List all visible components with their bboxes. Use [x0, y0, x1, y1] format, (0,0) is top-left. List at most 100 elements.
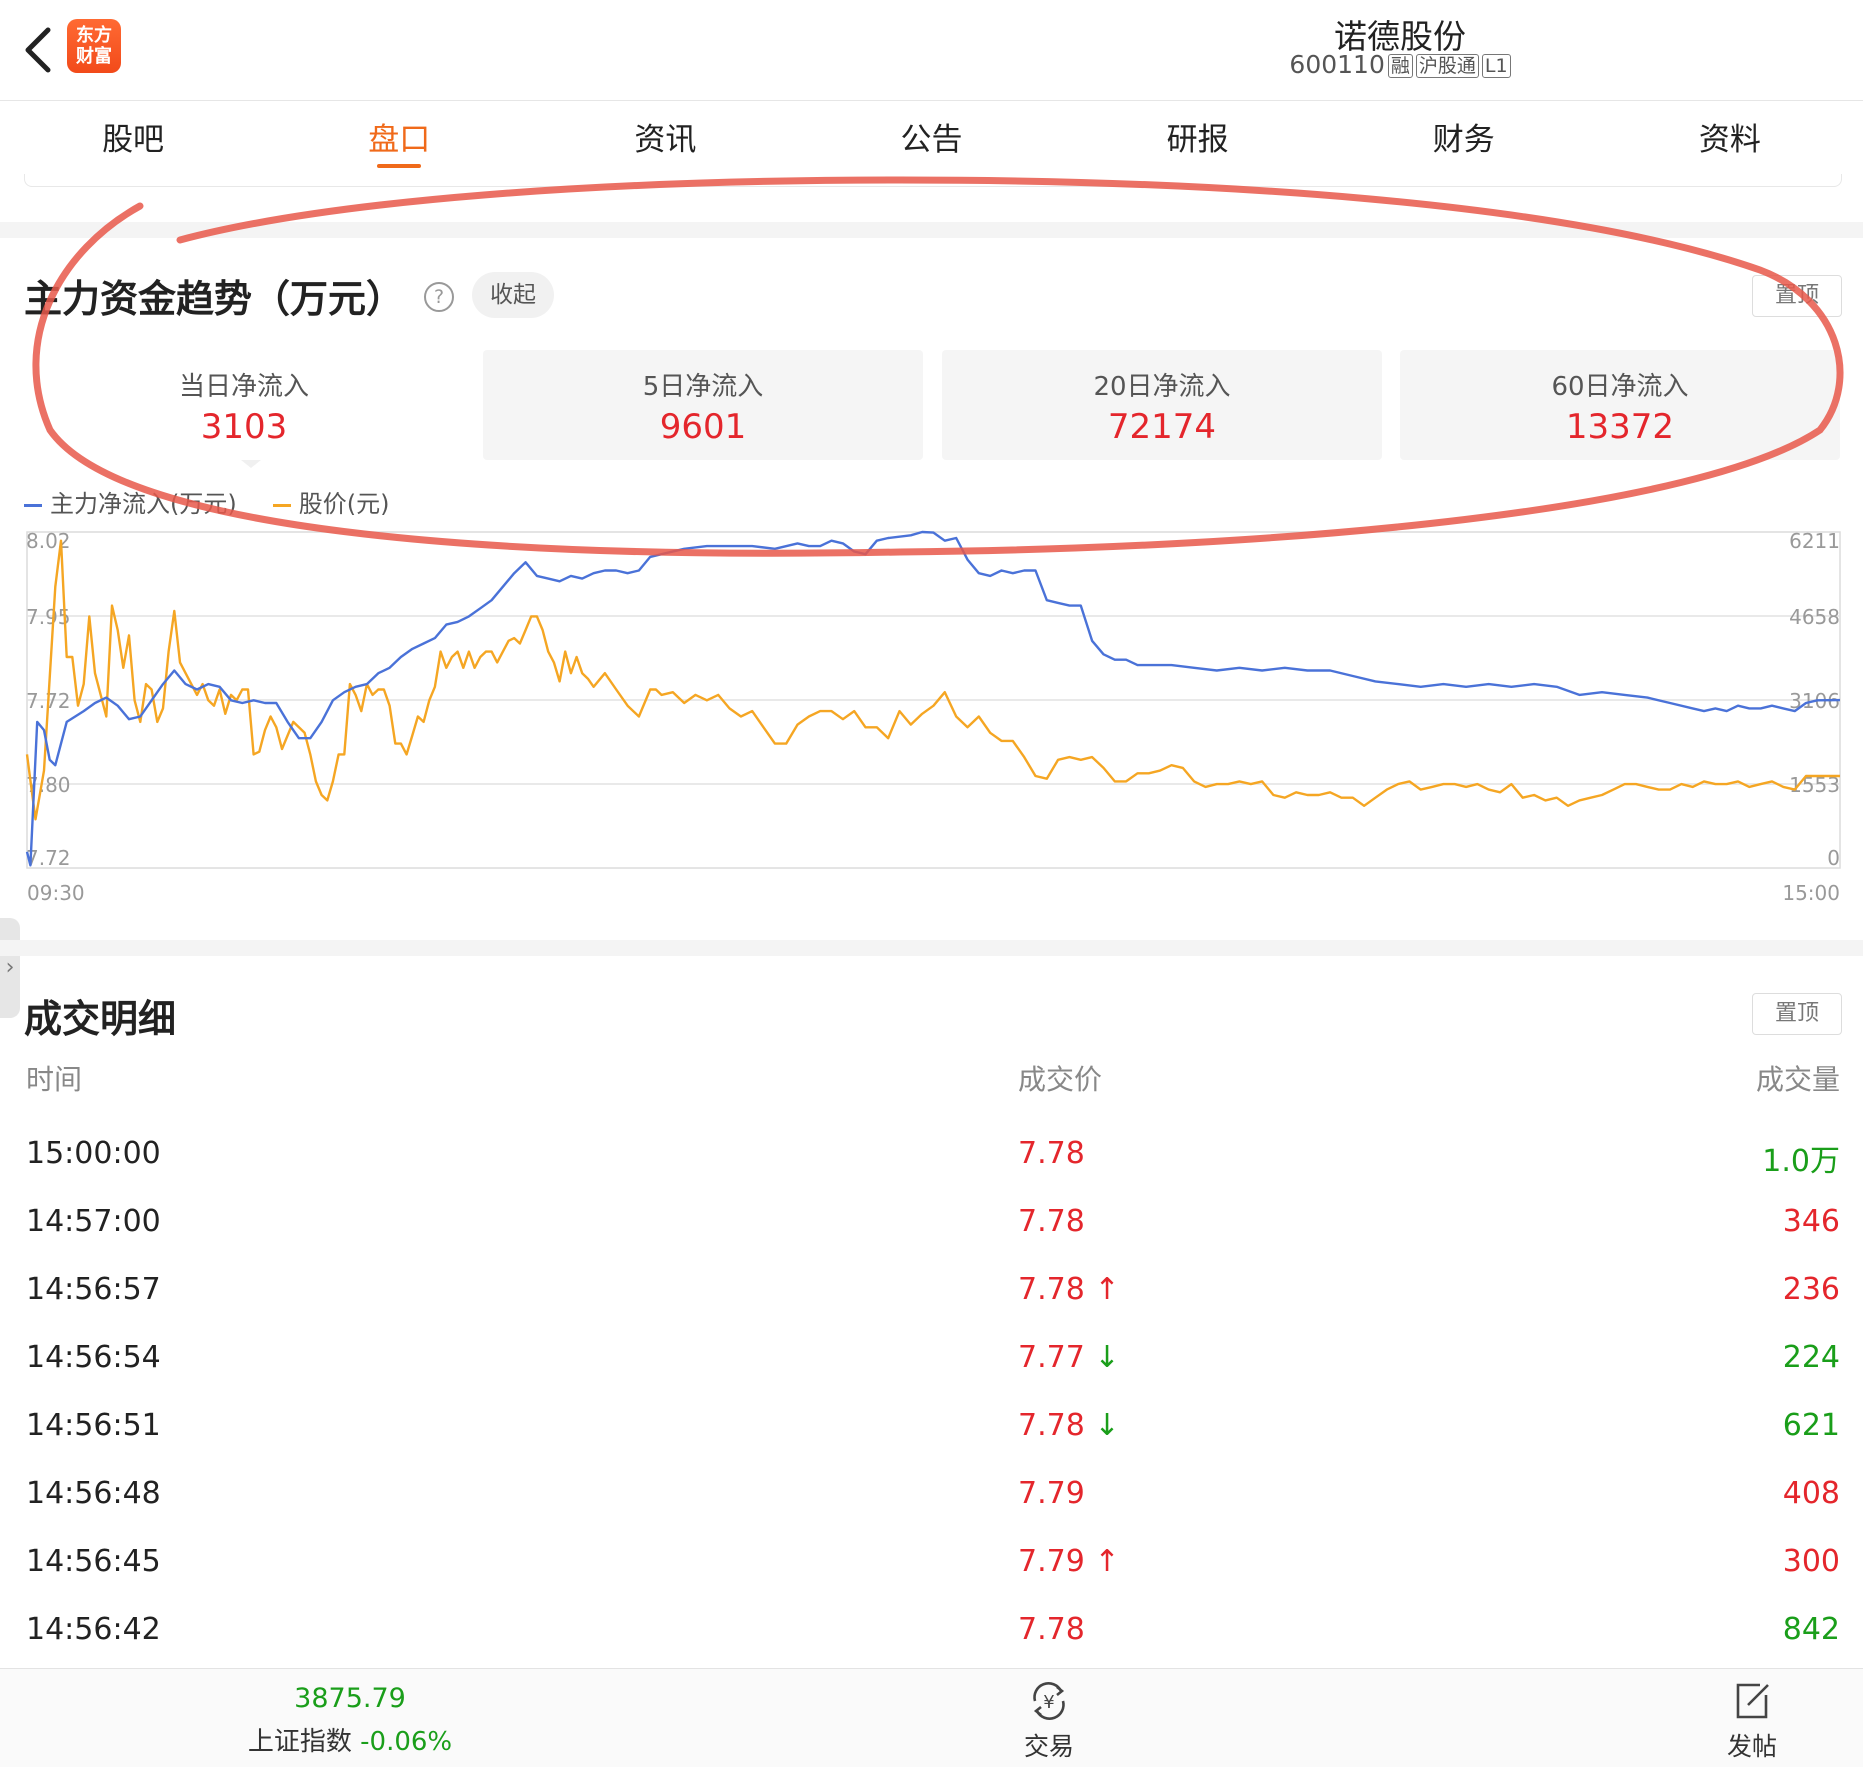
card-label: 5日净流入 [642, 372, 764, 402]
trade-price: 7.78 ↑ [1018, 1272, 1119, 1307]
legend-swatch-blue [24, 503, 42, 507]
active-tab-indicator [377, 164, 422, 168]
y-left-tick-label: 7.72 [26, 846, 71, 870]
tab-label: 研报 [1166, 122, 1229, 158]
trade-price: 7.78 ↓ [1018, 1408, 1119, 1443]
net-inflow-card-today[interactable]: 当日净流入 3103 [24, 350, 464, 460]
legend-flow: 主力净流入(万元) [24, 484, 237, 519]
margin-tag: 融 [1387, 54, 1413, 78]
price-value: 7.78 [1018, 1272, 1085, 1307]
net-inflow-card-20d[interactable]: 20日净流入 72174 [942, 350, 1382, 460]
table-row: 14:56:45 7.79 ↑ 300 [0, 1544, 1863, 1612]
trade-time: 15:00:00 [26, 1136, 161, 1171]
connect-tag: 沪股通 [1415, 54, 1479, 78]
y-right-tick-label: 6211 [1789, 529, 1840, 553]
card-value: 9601 [659, 407, 747, 447]
trade-volume: 236 [1782, 1272, 1840, 1307]
index-name: 上证指数 [247, 1727, 352, 1757]
tab-label: 股吧 [102, 122, 165, 158]
tab-announcements[interactable]: 公告 [798, 101, 1064, 174]
trade-price: 7.78 [1018, 1136, 1085, 1171]
col-volume: 成交量 [1755, 1063, 1840, 1096]
trade-time: 14:56:57 [26, 1272, 161, 1307]
trade-time: 14:56:42 [26, 1612, 161, 1647]
stock-code: 600110 [1289, 50, 1385, 79]
tab-research[interactable]: 研报 [1065, 101, 1331, 174]
trade-price: 7.78 [1018, 1612, 1085, 1647]
trade-label: 交易 [1023, 1732, 1074, 1761]
col-time: 时间 [26, 1063, 83, 1096]
card-label: 20日净流入 [1093, 372, 1231, 402]
net-inflow-card-5d[interactable]: 5日净流入 9601 [483, 350, 923, 460]
card-label: 当日净流入 [178, 372, 309, 402]
level-tag: L1 [1481, 54, 1511, 78]
trade-price: 7.77 ↓ [1018, 1340, 1119, 1375]
price-value: 7.79 [1018, 1476, 1085, 1511]
section-divider [0, 222, 1863, 238]
col-price: 成交价 [1018, 1063, 1103, 1096]
net-inflow-card-60d[interactable]: 60日净流入 13372 [1400, 350, 1840, 460]
trade-button[interactable]: ¥ 交易 [999, 1679, 1099, 1763]
trade-time: 14:56:45 [26, 1544, 161, 1579]
table-row: 15:00:00 7.78 1.0万 [0, 1136, 1863, 1204]
table-row: 14:56:51 7.78 ↓ 621 [0, 1408, 1863, 1476]
help-icon[interactable]: ? [424, 282, 454, 312]
pin-top-button[interactable]: 置顶 [1752, 993, 1842, 1035]
price-arrow-up-icon: ↑ [1094, 1544, 1120, 1579]
pin-top-button[interactable]: 置顶 [1752, 275, 1842, 317]
y-right-tick-label: 4658 [1789, 605, 1840, 629]
app-logo: 东方 财富 [67, 19, 121, 73]
index-label[interactable]: 上证指数 -0.06% [200, 1721, 500, 1758]
price-arrow-up-icon: ↑ [1094, 1272, 1120, 1307]
index-value[interactable]: 3875.79 [250, 1683, 450, 1714]
capital-flow-chart[interactable]: 8.02 62117.95 46587.72 31067.80 15537.72 009:… [0, 520, 1863, 910]
side-drawer-handle[interactable]: › [0, 918, 20, 1018]
stock-price-line [25, 539, 1840, 821]
card-value: 3103 [200, 407, 288, 447]
x-tick-label-start: 09:30 [27, 881, 85, 905]
tab-bar: 股吧 盘口 资讯 公告 研报 财务 资料 [0, 101, 1863, 174]
trade-detail-title: 成交明细 [24, 997, 177, 1041]
trade-volume: 842 [1782, 1612, 1840, 1647]
trade-volume: 1.0万 [1762, 1144, 1840, 1179]
selected-card-pointer [241, 460, 261, 468]
main-net-inflow-line [25, 530, 1841, 867]
post-button[interactable]: 发帖 [1702, 1679, 1802, 1763]
index-change: -0.06% [360, 1727, 453, 1757]
collapse-button[interactable]: 收起 [472, 272, 554, 318]
net-inflow-cards: 当日净流入 3103 5日净流入 9601 20日净流入 72174 60日净流… [24, 350, 1840, 460]
tab-label: 公告 [900, 122, 963, 158]
table-row: 14:57:00 7.78 346 [0, 1204, 1863, 1272]
tab-finance[interactable]: 财务 [1331, 101, 1597, 174]
legend-price: 股价(元) [272, 484, 390, 519]
tab-profile[interactable]: 资料 [1597, 101, 1863, 174]
chart-legend: 主力净流入(万元) 股价(元) [24, 484, 389, 519]
tab-label: 资料 [1698, 122, 1761, 158]
tab-news[interactable]: 资讯 [532, 101, 798, 174]
chevron-left-icon [25, 27, 51, 73]
trade-price: 7.79 ↑ [1018, 1544, 1119, 1579]
yen-glyph: ¥ [1043, 1692, 1054, 1713]
trade-volume: 408 [1782, 1476, 1840, 1511]
trade-price: 7.79 [1018, 1476, 1085, 1511]
back-button[interactable] [18, 22, 58, 78]
trade-time: 14:56:54 [26, 1340, 161, 1375]
legend-price-label: 股价(元) [298, 490, 390, 518]
previous-section-edge [24, 174, 1842, 187]
legend-swatch-orange [272, 503, 291, 507]
trade-time: 14:56:51 [26, 1408, 161, 1443]
trade-time: 14:57:00 [26, 1204, 161, 1239]
table-row: 14:56:48 7.79 408 [0, 1476, 1863, 1544]
top-header: 东方 财富 诺德股份 600110 融沪股通 L1 [0, 0, 1863, 101]
trade-time: 14:56:48 [26, 1476, 161, 1511]
capital-flow-title: 主力资金趋势（万元） [24, 277, 405, 321]
tab-pankou[interactable]: 盘口 [266, 101, 532, 174]
trade-volume: 346 [1782, 1204, 1840, 1239]
card-label: 60日净流入 [1551, 372, 1689, 402]
trade-volume: 300 [1782, 1544, 1840, 1579]
tab-guba[interactable]: 股吧 [0, 101, 266, 174]
price-value: 7.78 [1018, 1408, 1085, 1443]
price-value: 7.78 [1018, 1136, 1085, 1171]
tab-label: 财务 [1432, 122, 1495, 158]
y-left-tick-label: 8.02 [26, 529, 71, 553]
